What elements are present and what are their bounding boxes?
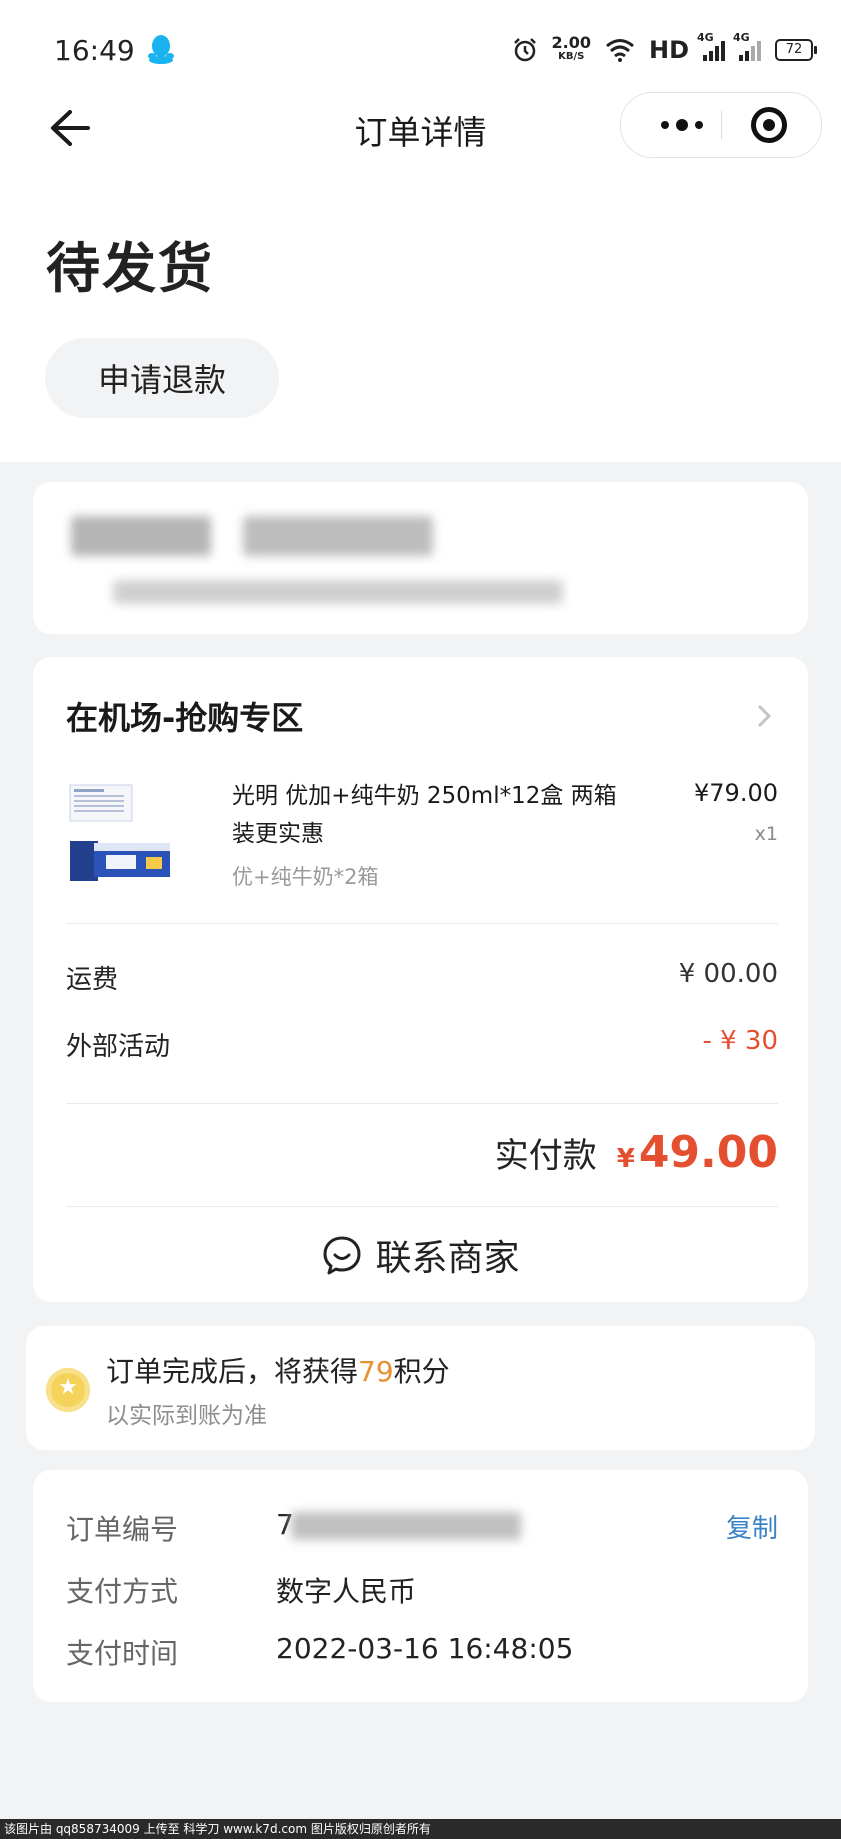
product-price: ¥79.00 — [694, 779, 778, 807]
order-status-title: 待发货 — [46, 237, 214, 300]
contact-merchant-label: 联系商家 — [375, 1238, 520, 1279]
apply-refund-button[interactable]: 申请退款 — [45, 338, 279, 418]
shipping-fee-row: 运费 ¥ 00.00 — [66, 959, 778, 999]
network-speed: 2.00 KB/S — [551, 33, 591, 63]
blurred-recipient-name — [71, 516, 211, 556]
nav-bar: 订单详情 — [0, 90, 841, 162]
product-quantity: x1 — [754, 823, 778, 845]
chevron-right-icon — [757, 704, 772, 728]
payment-time-row: 支付时间 2022-03-16 16:48:05 — [66, 1632, 778, 1672]
status-time: 16:49 — [54, 34, 135, 67]
hd-label: HD — [648, 36, 689, 64]
paid-amount-label: 实付款 — [494, 1136, 597, 1176]
chat-icon — [323, 1236, 361, 1275]
address-card[interactable] — [33, 482, 808, 634]
blurred-order-number — [291, 1512, 521, 1540]
divider — [66, 1103, 778, 1104]
discount-row: 外部活动 - ¥ 30 — [66, 1026, 778, 1066]
payment-time-label: 支付时间 — [66, 1637, 179, 1670]
payment-time-value: 2022-03-16 16:48:05 — [276, 1632, 574, 1665]
paid-amount-value: ¥49.00 — [616, 1127, 778, 1178]
battery-icon: 72 — [775, 39, 817, 61]
payment-method-row: 支付方式 数字人民币 — [66, 1570, 778, 1610]
payment-method-value: 数字人民币 — [276, 1575, 417, 1608]
paid-amount-row: 实付款 ¥49.00 — [495, 1127, 778, 1187]
watermark-footer: 该图片由 qq858734009 上传至 科学刀 www.k7d.com 图片版… — [0, 1819, 841, 1839]
product-item[interactable]: 光明 优加+纯牛奶 250ml*12盒 两箱装更实惠 优+纯牛奶*2箱 ¥79.… — [66, 777, 778, 897]
shop-row[interactable]: 在机场-抢购专区 — [66, 693, 778, 743]
divider — [66, 1206, 778, 1207]
shop-name: 在机场-抢购专区 — [66, 699, 304, 737]
signal-icon-2: 4G — [733, 31, 761, 61]
order-number-row: 订单编号 7 复制 — [66, 1508, 778, 1548]
product-title: 光明 优加+纯牛奶 250ml*12盒 两箱装更实惠 — [232, 783, 617, 847]
qq-icon — [148, 35, 174, 64]
order-info-card: 订单编号 7 复制 支付方式 数字人民币 支付时间 2022-03-16 16:… — [33, 1470, 808, 1702]
payment-method-label: 支付方式 — [66, 1575, 179, 1608]
blurred-recipient-phone — [243, 516, 433, 556]
order-number-label: 订单编号 — [66, 1513, 179, 1546]
contact-merchant-button[interactable]: 联系商家 — [33, 1227, 808, 1283]
status-icons: 2.00 KB/S HD 4G 4G 72 — [512, 31, 817, 66]
discount-value: - ¥ 30 — [702, 1026, 778, 1056]
shipping-fee-value: ¥ 00.00 — [678, 959, 778, 989]
header-area: 16:49 2.00 KB/S HD 4G 4G 72 订单详情 待发货 申请退… — [0, 0, 841, 462]
product-spec: 优+纯牛奶*2箱 — [232, 865, 379, 889]
blurred-address — [113, 580, 563, 604]
points-coin-icon — [46, 1368, 90, 1412]
order-card: 在机场-抢购专区 光明 优加+纯牛奶 250ml*12盒 两箱装更实惠 优+纯牛… — [33, 657, 808, 1302]
miniprogram-capsule — [620, 92, 822, 158]
close-miniprogram-icon[interactable] — [751, 107, 787, 143]
more-icon[interactable] — [647, 93, 717, 157]
alarm-icon — [513, 38, 536, 62]
signal-icon-1: 4G — [697, 31, 725, 61]
product-thumbnail — [69, 784, 170, 881]
points-message: 订单完成后，将获得79积分 — [106, 1355, 450, 1388]
points-note: 以实际到账为准 — [106, 1403, 267, 1429]
copy-button[interactable]: 复制 — [726, 1508, 778, 1545]
points-card: 订单完成后，将获得79积分 以实际到账为准 — [26, 1326, 815, 1450]
divider — [66, 923, 778, 924]
status-bar: 16:49 2.00 KB/S HD 4G 4G 72 — [0, 0, 841, 100]
wifi-icon — [606, 39, 634, 62]
points-value: 79 — [358, 1355, 394, 1388]
shipping-fee-label: 运费 — [66, 965, 119, 995]
capsule-divider — [721, 111, 722, 139]
discount-label: 外部活动 — [66, 1032, 171, 1062]
